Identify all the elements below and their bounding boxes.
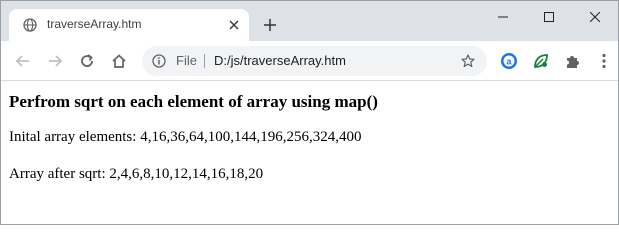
address-separator bbox=[204, 54, 205, 68]
arrow-left-icon bbox=[15, 55, 29, 67]
plus-icon[interactable] bbox=[263, 18, 277, 32]
forward-button[interactable] bbox=[45, 51, 65, 71]
page-content: Perfrom sqrt on each element of array us… bbox=[1, 82, 618, 224]
reload-button[interactable] bbox=[77, 51, 97, 71]
url-text[interactable]: D:/js/traverseArray.htm bbox=[214, 53, 346, 68]
arrow-right-icon bbox=[49, 55, 63, 67]
page-heading: Perfrom sqrt on each element of array us… bbox=[9, 92, 378, 111]
close-icon bbox=[590, 12, 600, 22]
back-button[interactable] bbox=[13, 51, 33, 71]
close-window-button[interactable] bbox=[572, 1, 618, 33]
reload-icon bbox=[81, 54, 93, 67]
a-circle-icon[interactable]: a bbox=[500, 52, 518, 70]
kebab-menu-icon bbox=[602, 53, 606, 69]
minimize-icon bbox=[498, 16, 508, 18]
globe-icon bbox=[23, 18, 37, 32]
puzzle-icon[interactable] bbox=[564, 52, 582, 70]
home-button[interactable] bbox=[109, 51, 129, 71]
tab-strip: traverseArray.htm bbox=[1, 1, 618, 41]
maximize-button[interactable] bbox=[526, 1, 572, 33]
menu-button[interactable] bbox=[597, 52, 611, 70]
home-icon bbox=[112, 54, 126, 68]
leaf-icon[interactable] bbox=[532, 52, 550, 70]
close-icon[interactable] bbox=[227, 18, 241, 32]
minimize-button[interactable] bbox=[480, 1, 526, 33]
address-bar[interactable]: File D:/js/traverseArray.htm bbox=[142, 46, 487, 76]
scheme-label: File bbox=[176, 53, 197, 68]
tab-title: traverseArray.htm bbox=[47, 17, 142, 31]
result-array-text: Array after sqrt: 2,4,6,8,10,12,14,16,18… bbox=[9, 166, 264, 182]
browser-tab[interactable]: traverseArray.htm bbox=[9, 9, 249, 41]
info-icon[interactable] bbox=[152, 54, 166, 68]
initial-array-text: Inital array elements: 4,16,36,64,100,14… bbox=[9, 129, 362, 145]
browser-window: traverseArray.htm File D:/js/traverseArr… bbox=[0, 0, 619, 225]
maximize-icon bbox=[544, 12, 554, 22]
star-icon[interactable] bbox=[461, 54, 475, 68]
browser-toolbar: File D:/js/traverseArray.htm a bbox=[1, 41, 618, 81]
